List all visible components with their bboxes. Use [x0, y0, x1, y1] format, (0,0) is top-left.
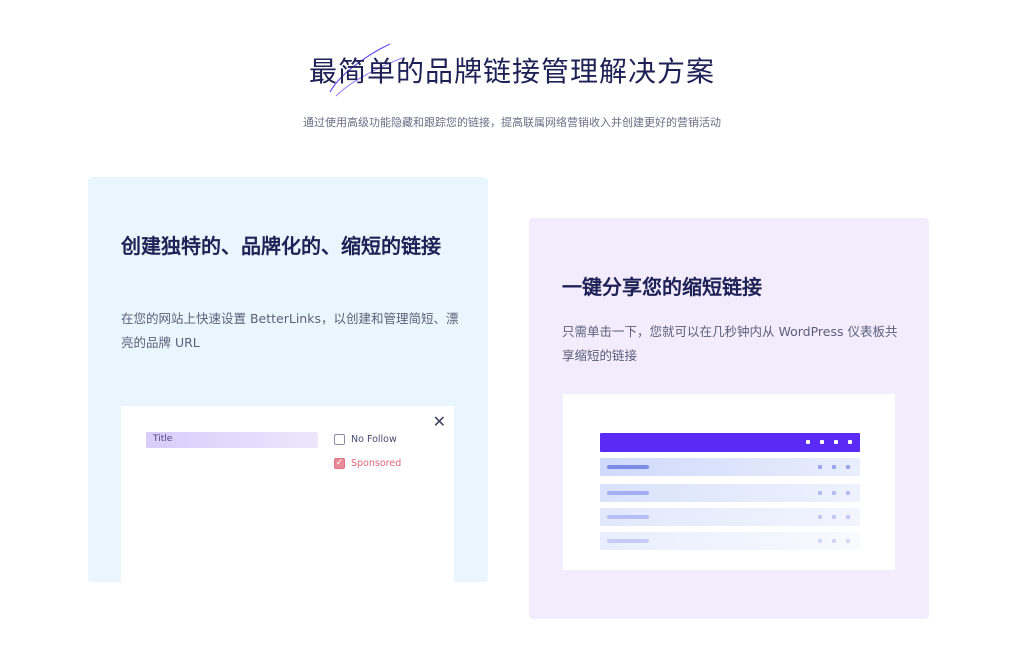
feature-description: 在您的网站上快速设置 BetterLinks，以创建和管理简短、漂亮的品牌 UR… — [121, 311, 459, 350]
table-row — [600, 508, 860, 526]
feature-title: 一键分享您的缩短链接 — [562, 275, 762, 299]
links-table-mockup — [563, 394, 895, 570]
no-follow-option[interactable]: No Follow — [334, 434, 397, 445]
feature-card-branded-links: 创建独特的、品牌化的、缩短的链接 在您的网站上快速设置 BetterLinks，… — [88, 177, 488, 582]
title-input-label: Title — [153, 434, 173, 444]
table-row — [600, 484, 860, 502]
table-row — [600, 458, 860, 476]
feature-card-share-links: 一键分享您的缩短链接 只需单击一下，您就可以在几秒钟内从 WordPress 仪… — [529, 218, 929, 619]
no-follow-label: No Follow — [351, 434, 397, 445]
title-input[interactable]: Title — [146, 432, 318, 448]
close-icon[interactable]: ✕ — [433, 412, 446, 431]
table-header — [600, 433, 860, 452]
checkbox-checked-icon[interactable]: ✓ — [334, 458, 345, 469]
feature-description: 只需单击一下，您就可以在几秒钟内从 WordPress 仪表板共享缩短的链接 — [562, 324, 898, 363]
sponsored-option[interactable]: ✓ Sponsored — [334, 458, 401, 469]
sponsored-label: Sponsored — [351, 458, 402, 469]
page-subtitle: 通过使用高级功能隐藏和跟踪您的链接，提高联属网络营销收入并创建更好的营销活动 — [303, 116, 721, 129]
link-settings-mockup: ✕ Title No Follow ✓ Sponsored — [121, 406, 454, 582]
table-row — [600, 532, 860, 550]
page-title: 最简单的品牌链接管理解决方案 — [308, 55, 715, 88]
feature-title: 创建独特的、品牌化的、缩短的链接 — [121, 234, 441, 258]
checkbox-icon[interactable] — [334, 434, 345, 445]
